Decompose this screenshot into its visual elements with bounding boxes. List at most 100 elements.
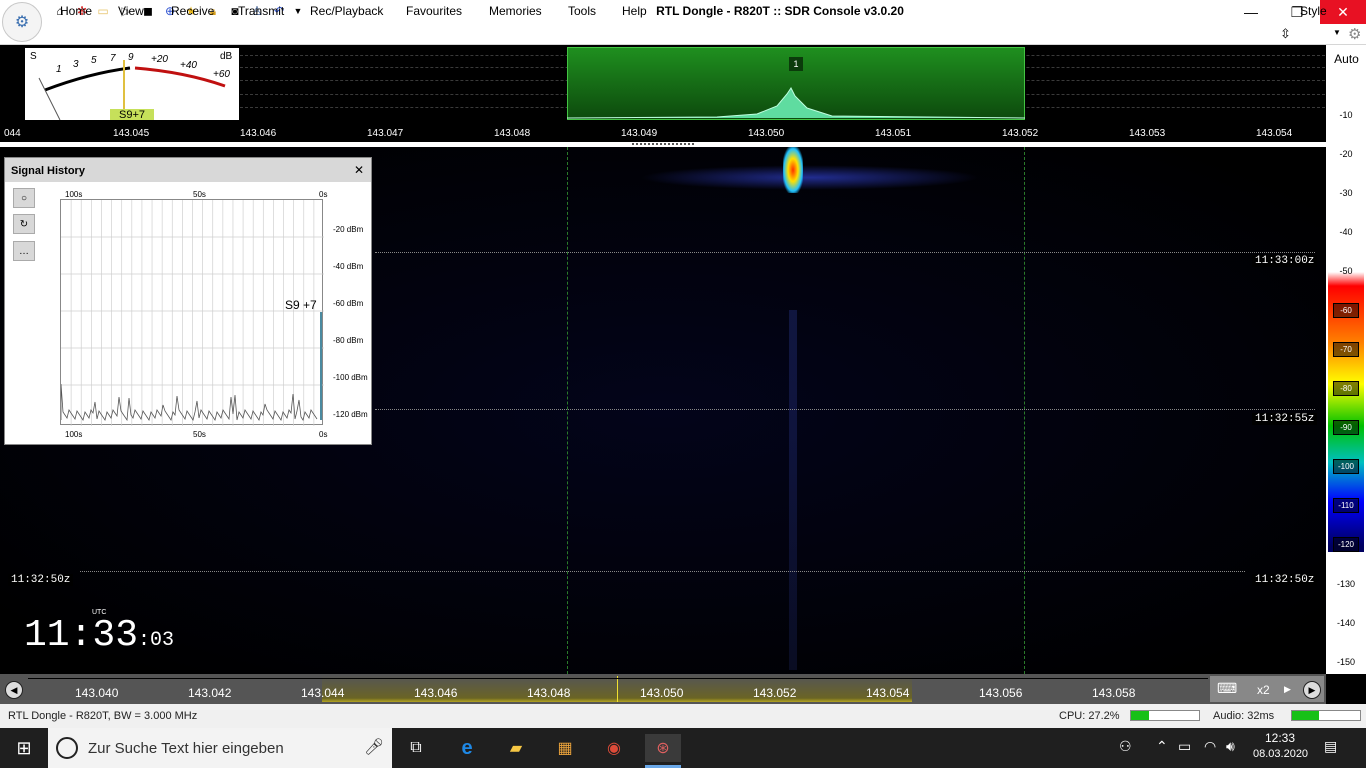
menu-view[interactable]: View bbox=[118, 4, 144, 18]
zoom-level[interactable]: x2 bbox=[1257, 683, 1270, 697]
menu-help[interactable]: Help bbox=[622, 4, 647, 18]
people-icon[interactable]: ⚇ bbox=[1119, 738, 1132, 755]
volume-icon[interactable]: 🔊︎ bbox=[1226, 738, 1235, 755]
x-label-top: 100s bbox=[65, 190, 83, 199]
freq-label: 143.045 bbox=[113, 128, 150, 139]
menu-memories[interactable]: Memories bbox=[489, 4, 542, 18]
chrome-icon[interactable]: ◉ bbox=[600, 734, 628, 762]
store-icon[interactable]: ▦ bbox=[551, 734, 579, 762]
db-label: -150 bbox=[1336, 657, 1355, 668]
db-label: -120 bbox=[1333, 537, 1359, 553]
time-marker-line bbox=[375, 252, 1315, 253]
signal-history-close-button[interactable]: ✕ bbox=[354, 163, 364, 177]
s-scale-5: 5 bbox=[91, 55, 97, 66]
audio-meter bbox=[1291, 710, 1361, 721]
sdr-console-taskbar-icon[interactable]: ⊛ bbox=[645, 734, 681, 762]
clock-hours-minutes: 11:33 bbox=[24, 614, 139, 657]
edge-icon[interactable]: e bbox=[453, 734, 481, 762]
app-logo-icon: ⚙ bbox=[14, 14, 30, 31]
auto-button[interactable]: Auto bbox=[1327, 47, 1366, 71]
db-label: -140 bbox=[1336, 618, 1355, 629]
signal-history-plot bbox=[60, 199, 324, 426]
freq-label: 143.046 bbox=[240, 128, 277, 139]
signal-history-grid bbox=[60, 200, 324, 426]
microphone-icon[interactable]: 🎤︎ bbox=[364, 737, 384, 757]
app-menu-button[interactable]: ⚙ bbox=[2, 2, 42, 42]
menu-receive[interactable]: Receive bbox=[171, 4, 214, 18]
s-scale-3: 3 bbox=[73, 59, 79, 70]
current-signal-value: S9 +7 bbox=[285, 298, 317, 312]
sort-icon[interactable]: ⇳ bbox=[1280, 26, 1291, 42]
frequency-axis bbox=[0, 120, 1326, 142]
db-label: -70 bbox=[1333, 341, 1359, 357]
tray-expand-icon[interactable]: ⌃ bbox=[1156, 738, 1168, 755]
menu-bar bbox=[0, 24, 1366, 45]
freq-label: 143.047 bbox=[367, 128, 404, 139]
record-button[interactable]: ○ bbox=[13, 188, 35, 208]
cpu-status: CPU: 27.2% bbox=[1059, 710, 1120, 722]
db-label: -110 bbox=[1333, 498, 1359, 513]
search-placeholder[interactable]: Zur Suche Text hier eingeben bbox=[88, 740, 284, 757]
more-button[interactable]: … bbox=[13, 241, 35, 261]
s-scale-1: 1 bbox=[56, 64, 62, 75]
clock-seconds: :03 bbox=[138, 629, 175, 652]
task-view-icon[interactable]: ⧉ bbox=[402, 734, 430, 762]
s-label: S bbox=[30, 51, 37, 62]
gear-icon[interactable]: ⚙ bbox=[1348, 25, 1361, 43]
dropdown-icon[interactable]: ▼ bbox=[290, 3, 306, 19]
ruler-label: 143.052 bbox=[753, 686, 797, 700]
menu-favourites[interactable]: Favourites bbox=[406, 4, 462, 18]
filter-edge-left bbox=[567, 147, 568, 674]
freq-label: 044 bbox=[4, 128, 21, 139]
db-label: -50 bbox=[1339, 266, 1353, 277]
minimize-button[interactable]: — bbox=[1228, 0, 1274, 24]
freq-label: 143.049 bbox=[621, 128, 658, 139]
splitter-handle[interactable] bbox=[632, 142, 694, 145]
menu-rec-playback[interactable]: Rec/Playback bbox=[310, 4, 383, 18]
ruler-label: 143.056 bbox=[979, 686, 1023, 700]
freq-label: 143.050 bbox=[748, 128, 785, 139]
keyboard-icon[interactable]: ⌨ bbox=[1217, 680, 1237, 697]
freq-label: 143.051 bbox=[875, 128, 912, 139]
db-label: dB bbox=[220, 51, 233, 62]
windows-start-icon[interactable]: ⊞ bbox=[10, 734, 38, 762]
wifi-icon[interactable]: ◠ bbox=[1204, 738, 1216, 755]
taskbar-time[interactable]: 12:33 bbox=[1253, 731, 1307, 745]
style-dropdown-icon[interactable]: ▼ bbox=[1333, 28, 1341, 37]
db-scale-40: +40 bbox=[180, 60, 197, 71]
x-label-top: 50s bbox=[193, 190, 206, 199]
cortana-icon[interactable] bbox=[56, 737, 78, 759]
signal-history-trace bbox=[60, 383, 318, 422]
ruler-label: 143.048 bbox=[527, 686, 571, 700]
menu-home[interactable]: Home bbox=[60, 4, 92, 18]
menu-tools[interactable]: Tools bbox=[568, 4, 596, 18]
scroll-right-icon[interactable]: ▶ bbox=[1303, 681, 1321, 699]
zoom-next-icon[interactable]: ▶ bbox=[1284, 684, 1291, 695]
freq-label: 143.053 bbox=[1129, 128, 1166, 139]
db-label: -40 bbox=[1339, 227, 1353, 238]
style-menu[interactable]: Style bbox=[1300, 4, 1327, 18]
db-label: -130 bbox=[1336, 579, 1355, 590]
notifications-icon[interactable]: ▤ bbox=[1324, 738, 1337, 755]
signal-trace bbox=[783, 147, 803, 193]
ruler-label: 143.040 bbox=[75, 686, 119, 700]
taskbar-date[interactable]: 08.03.2020 bbox=[1253, 748, 1308, 760]
device-status: RTL Dongle - R820T, BW = 3.000 MHz bbox=[8, 710, 198, 722]
ruler-label: 143.050 bbox=[640, 686, 684, 700]
timestamp: 11:33:00z bbox=[1252, 255, 1318, 267]
ruler-label: 143.046 bbox=[414, 686, 458, 700]
scroll-left-icon[interactable]: ◀ bbox=[5, 681, 23, 699]
menu-transmit[interactable]: Transmit bbox=[238, 4, 284, 18]
x-label-bottom: 0s bbox=[319, 430, 328, 439]
battery-icon[interactable]: ▭ bbox=[1178, 738, 1191, 755]
db-label: -10 bbox=[1339, 110, 1353, 120]
folder-icon[interactable]: ▭ bbox=[95, 3, 111, 19]
refresh-button[interactable]: ↻ bbox=[13, 214, 35, 234]
y-label: -40 dBm bbox=[333, 262, 364, 271]
freq-label: 143.052 bbox=[1002, 128, 1039, 139]
file-explorer-icon[interactable]: ▰ bbox=[502, 734, 530, 762]
s-scale-9: 9 bbox=[128, 52, 134, 63]
signal-trace-faint bbox=[789, 310, 797, 670]
utc-clock: 11:33:03 bbox=[24, 614, 174, 657]
signal-history-panel: Signal History ✕ ○ ↻ … 100s 50s 0s 100s … bbox=[4, 157, 372, 445]
